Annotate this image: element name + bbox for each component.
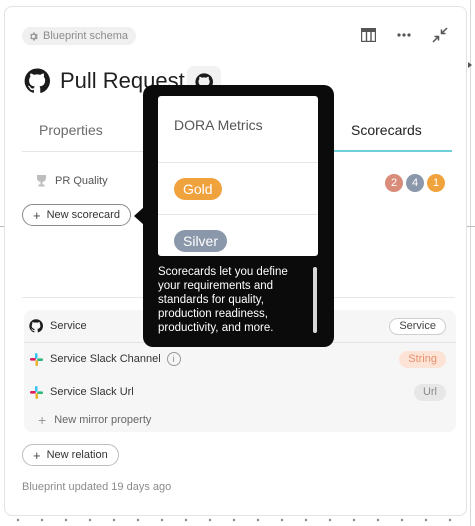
- tab-properties[interactable]: Properties: [39, 122, 103, 138]
- level-pill-gold: Gold: [174, 178, 222, 200]
- relation-row-slack-url[interactable]: Service Slack Url Url: [24, 376, 456, 408]
- plus-icon: +: [33, 207, 41, 223]
- more-options-icon[interactable]: [395, 26, 413, 44]
- github-icon: [28, 318, 44, 334]
- type-badge-string: String: [399, 350, 446, 368]
- new-mirror-property-button[interactable]: + New mirror property: [38, 412, 151, 428]
- tooltip-scrollbar[interactable]: [313, 267, 317, 333]
- scorecard-row[interactable]: PR Quality: [36, 174, 108, 187]
- plus-icon: +: [38, 412, 47, 428]
- blueprint-schema-chip[interactable]: Blueprint schema: [22, 27, 136, 45]
- type-badge-service: Service: [389, 317, 446, 335]
- header-actions: [359, 26, 449, 44]
- scorecard-level-counts: 2 4 1: [385, 174, 445, 192]
- slack-icon: [28, 351, 44, 367]
- scorecard-name: PR Quality: [55, 174, 108, 187]
- count-badge: 1: [427, 174, 445, 192]
- blueprint-updated-text: Blueprint updated 19 days ago: [22, 481, 172, 493]
- info-icon[interactable]: i: [166, 352, 181, 366]
- slack-icon: [28, 384, 44, 400]
- preview-divider: [158, 162, 318, 163]
- tab-scorecards[interactable]: Scorecards: [351, 122, 422, 138]
- tooltip-preview-card: DORA Metrics Gold Silver: [158, 96, 318, 256]
- trophy-icon: [37, 175, 46, 187]
- preview-card-title: DORA Metrics: [174, 117, 263, 133]
- level-pill-silver: Silver: [174, 230, 228, 252]
- new-relation-label: New relation: [46, 449, 108, 461]
- new-scorecard-label: New scorecard: [46, 209, 120, 221]
- relation-row-slack-channel[interactable]: Service Slack Channel i String: [24, 343, 456, 375]
- separator-right: [467, 226, 475, 227]
- edge-caret-icon: [468, 62, 472, 68]
- new-mirror-label: New mirror property: [54, 414, 152, 426]
- relation-label: Service Slack Channel: [50, 353, 161, 365]
- table-layout-icon[interactable]: [359, 26, 377, 44]
- relation-label: Service: [50, 320, 87, 332]
- relation-label: Service Slack Url: [50, 386, 134, 398]
- schema-chip-label: Blueprint schema: [43, 30, 128, 42]
- count-badge: 2: [385, 174, 403, 192]
- new-scorecard-button[interactable]: + New scorecard: [22, 204, 131, 226]
- gear-icon: [30, 31, 38, 41]
- active-tab-indicator: [334, 150, 452, 152]
- count-badge: 4: [406, 174, 424, 192]
- scorecards-tooltip: DORA Metrics Gold Silver Scorecards let …: [143, 85, 334, 347]
- window-edge: [470, 0, 471, 526]
- type-badge-url: Url: [413, 383, 446, 401]
- github-icon: [24, 68, 50, 93]
- collapse-icon[interactable]: [431, 26, 449, 44]
- plus-icon: +: [33, 447, 41, 463]
- bottom-dotted-border: [6, 518, 468, 522]
- tooltip-description: Scorecards let you define your requireme…: [158, 266, 288, 334]
- preview-divider: [158, 214, 318, 215]
- new-relation-button[interactable]: + New relation: [22, 444, 119, 466]
